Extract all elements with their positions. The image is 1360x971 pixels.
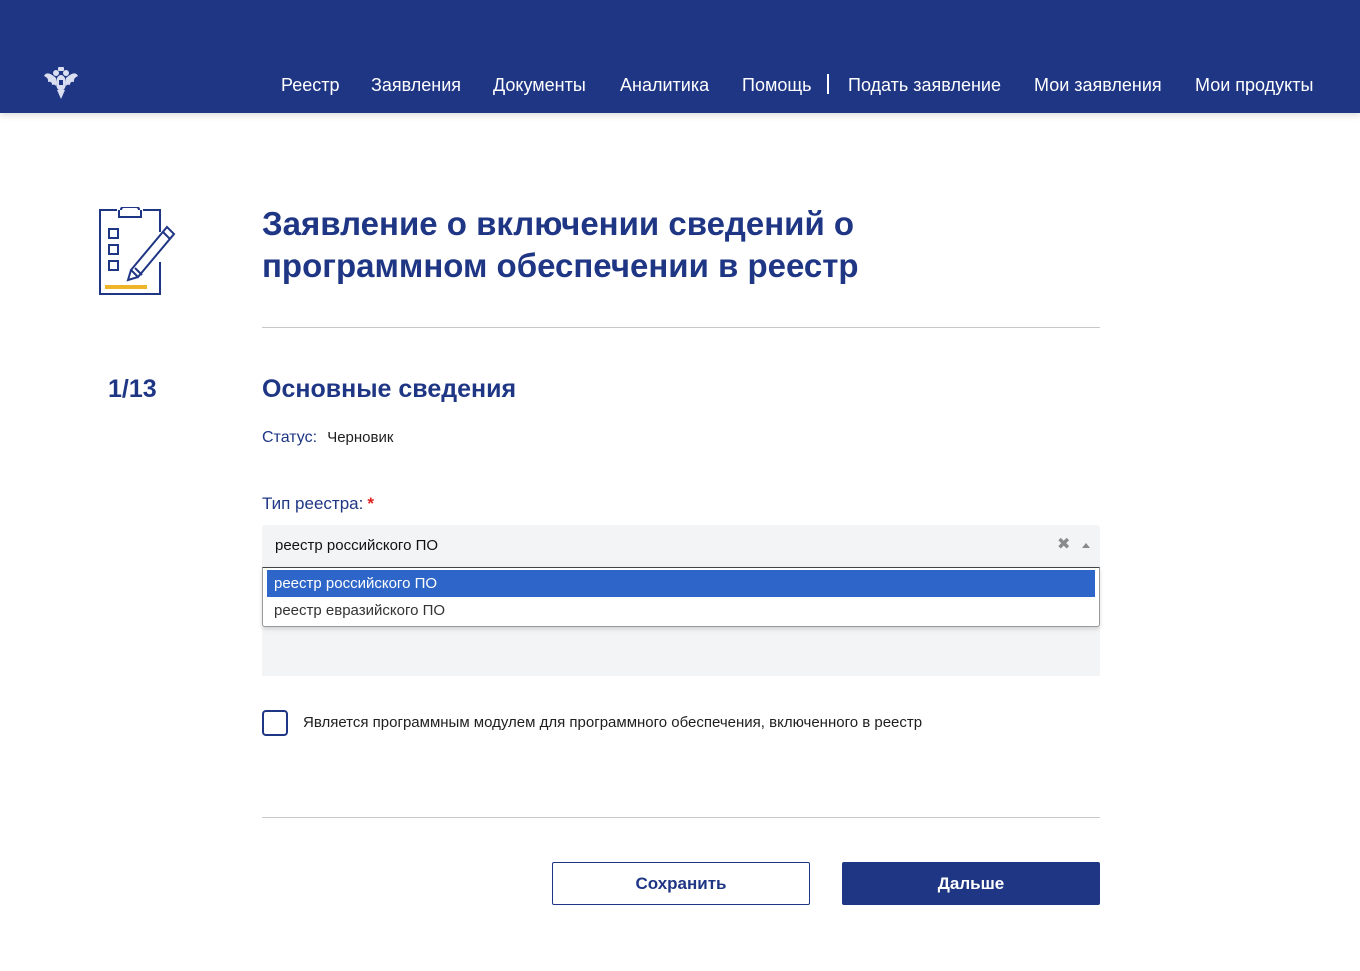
nav-item-my-applications[interactable]: Мои заявления [1034, 74, 1162, 96]
hidden-field-background [262, 626, 1100, 676]
nav-separator [827, 74, 829, 94]
save-button[interactable]: Сохранить [552, 862, 810, 905]
registry-type-label: Тип реестра: * [262, 493, 374, 515]
nav-item-documents[interactable]: Документы [493, 74, 586, 96]
status-value: Черновик [327, 429, 394, 446]
page-title: Заявление о включении сведений о програм… [262, 205, 859, 284]
status-row: Статус: Черновик [262, 428, 393, 448]
clear-x-icon[interactable]: ✖ [1057, 536, 1070, 554]
module-checkbox[interactable] [262, 710, 288, 736]
clipboard-checklist-pen-icon [99, 207, 176, 295]
section-title: Основные сведения [262, 375, 517, 403]
status-label: Статус: [262, 429, 318, 446]
nav-item-analytics[interactable]: Аналитика [620, 74, 709, 96]
registry-type-label-text: Тип реестра: [262, 494, 364, 513]
registry-type-selected-value: реестр российского ПО [275, 537, 439, 554]
nav-item-submit-application[interactable]: Подать заявление [848, 74, 1001, 96]
divider-top [262, 327, 1100, 328]
dropdown-option-russian-software[interactable]: реестр российского ПО [267, 570, 1095, 597]
main-nav: Реестр Заявления Документы Аналитика Пом… [0, 74, 1360, 98]
required-mark: * [367, 494, 374, 513]
top-header: Реестр Заявления Документы Аналитика Пом… [0, 0, 1360, 113]
nav-item-applications[interactable]: Заявления [371, 74, 461, 96]
divider-bottom [262, 817, 1100, 818]
nav-item-help[interactable]: Помощь [742, 74, 812, 96]
registry-type-dropdown: реестр российского ПО реестр евразийског… [262, 567, 1100, 627]
dropdown-option-eurasian-software[interactable]: реестр евразийского ПО [267, 597, 1095, 624]
next-button[interactable]: Дальше [842, 862, 1100, 905]
chevron-up-icon[interactable] [1082, 543, 1090, 548]
module-checkbox-label[interactable]: Является программным модулем для програм… [303, 713, 922, 733]
registry-type-select[interactable]: реестр российского ПО ✖ [262, 525, 1100, 567]
nav-item-my-products[interactable]: Мои продукты [1195, 74, 1313, 96]
nav-item-registry[interactable]: Реестр [281, 74, 340, 96]
step-counter: 1/13 [108, 375, 157, 403]
